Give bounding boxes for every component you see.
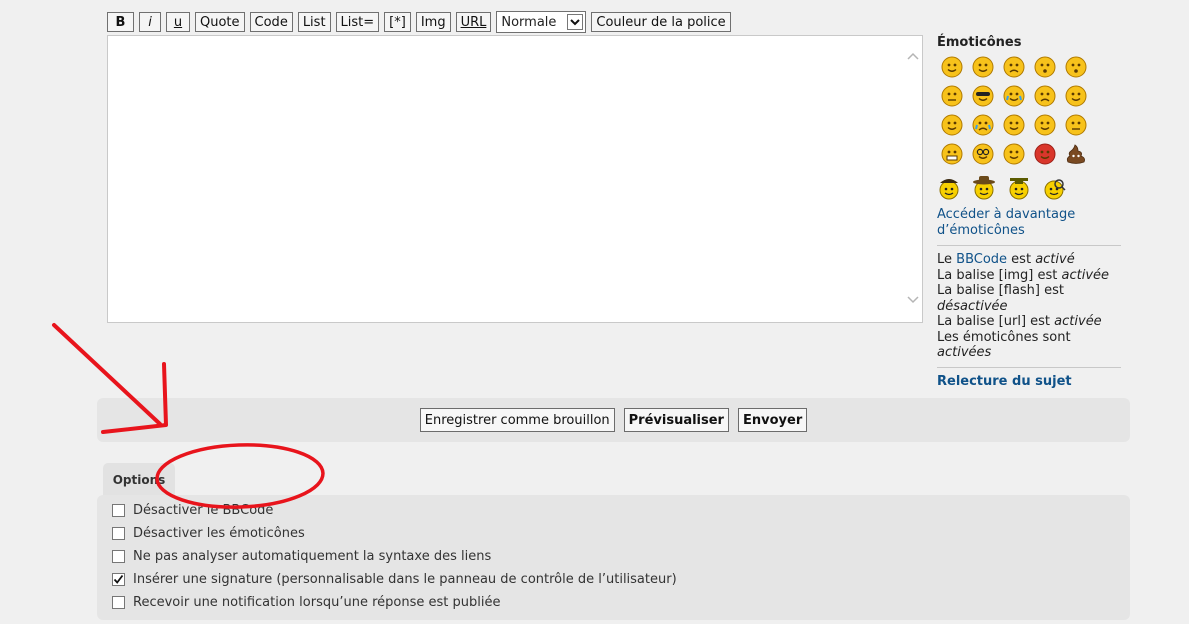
code-button[interactable]: Code bbox=[249, 12, 293, 32]
winking-tongue-face-icon[interactable] bbox=[1065, 85, 1087, 107]
pirate-smiley-icon[interactable] bbox=[937, 175, 963, 201]
smiley-grid bbox=[937, 56, 1121, 165]
more-emoticons-link[interactable]: Accéder à davantage d’émoticônes bbox=[937, 207, 1121, 239]
underline-button[interactable]: u bbox=[166, 12, 190, 32]
status-state: désactivée bbox=[937, 298, 1008, 314]
hushed-face-icon[interactable] bbox=[1034, 56, 1056, 78]
angry-face-icon[interactable] bbox=[1034, 143, 1056, 165]
status-text: Les émoticônes sont bbox=[937, 329, 1071, 345]
bbcode-help-link[interactable]: BBCode bbox=[956, 252, 1007, 267]
option-label[interactable]: Désactiver le BBCode bbox=[133, 503, 273, 518]
url-button[interactable]: URL bbox=[455, 12, 492, 32]
poop-icon[interactable] bbox=[1065, 143, 1087, 165]
url-status-line: La balise [url] est activée bbox=[937, 314, 1121, 330]
status-text: est bbox=[1007, 252, 1036, 267]
tab-options[interactable]: Options bbox=[103, 463, 175, 496]
more-emoticons-line2: d’émoticônes bbox=[937, 223, 1025, 238]
option-row: Désactiver les émoticônes bbox=[112, 526, 305, 541]
sunglasses-face-icon[interactable] bbox=[972, 85, 994, 107]
option-checkbox[interactable] bbox=[112, 596, 125, 609]
scroll-down-icon[interactable] bbox=[906, 294, 920, 306]
crying-face-icon[interactable] bbox=[972, 114, 994, 136]
sidebar-divider bbox=[937, 245, 1121, 246]
option-label[interactable]: Recevoir une notification lorsqu’une rép… bbox=[133, 595, 500, 610]
quote-button[interactable]: Quote bbox=[195, 12, 245, 32]
confused-face-icon[interactable] bbox=[941, 85, 963, 107]
option-row: Ne pas analyser automatiquement la synta… bbox=[112, 549, 491, 564]
scroll-up-icon[interactable] bbox=[906, 50, 920, 62]
status-text: La balise [url] est bbox=[937, 314, 1055, 329]
flushed-face-icon[interactable] bbox=[1065, 56, 1087, 78]
status-text: La balise [img] est bbox=[937, 267, 1062, 283]
font-size-select[interactable]: Normale bbox=[496, 11, 587, 33]
status-text: Le bbox=[937, 252, 957, 267]
list-button[interactable]: List bbox=[297, 12, 331, 32]
option-checkbox[interactable] bbox=[112, 550, 125, 563]
triumph-face-icon[interactable] bbox=[1034, 85, 1056, 107]
option-label[interactable]: Ne pas analyser automatiquement la synta… bbox=[133, 549, 491, 564]
message-textarea[interactable] bbox=[107, 35, 923, 323]
status-text: La balise [flash] est bbox=[937, 283, 1064, 298]
rolling-eyes-face-icon[interactable] bbox=[1003, 114, 1025, 136]
status-state: activée bbox=[1054, 314, 1102, 329]
thinking-face-icon[interactable] bbox=[1003, 143, 1025, 165]
option-row: Recevoir une notification lorsqu’une rép… bbox=[112, 595, 500, 610]
option-row: Insérer une signature (personnalisable d… bbox=[112, 572, 677, 587]
font-color-button[interactable]: Couleur de la police bbox=[591, 12, 731, 32]
more-emoticons-line1: Accéder à davantage bbox=[937, 207, 1076, 222]
topic-review-link[interactable]: Relecture du sujet bbox=[937, 374, 1121, 389]
option-checkbox[interactable] bbox=[112, 527, 125, 540]
option-label[interactable]: Insérer une signature (personnalisable d… bbox=[133, 572, 677, 587]
list-item-button[interactable]: [*] bbox=[384, 12, 411, 32]
preview-button[interactable]: Prévisualiser bbox=[623, 408, 729, 432]
italic-button[interactable]: i bbox=[139, 12, 161, 32]
flash-status-line: La balise [flash] est désactivée bbox=[937, 283, 1121, 314]
img-status-line: La balise [img] est activée bbox=[937, 268, 1121, 284]
neutral-face-icon[interactable] bbox=[1065, 114, 1087, 136]
nerd-face-icon[interactable] bbox=[972, 143, 994, 165]
smilies-status-line: Les émoticônes sont activées bbox=[937, 330, 1121, 361]
grimacing-face-icon[interactable] bbox=[941, 143, 963, 165]
detective-smiley-icon[interactable] bbox=[1042, 175, 1068, 201]
save-draft-button[interactable]: Enregistrer comme brouillon bbox=[419, 408, 615, 432]
option-row: Désactiver le BBCode bbox=[112, 503, 273, 518]
option-checkbox[interactable] bbox=[112, 504, 125, 517]
img-button[interactable]: Img bbox=[415, 12, 451, 32]
cowboy-smiley-icon[interactable] bbox=[972, 175, 998, 201]
editor-sidebar: Émoticônes Accéder à davantage d’émoticô… bbox=[937, 33, 1121, 389]
ordered-list-button[interactable]: List= bbox=[335, 12, 380, 32]
slightly-smiling-face-icon[interactable] bbox=[972, 56, 994, 78]
font-size-selected: Normale bbox=[501, 14, 557, 30]
option-label[interactable]: Désactiver les émoticônes bbox=[133, 526, 305, 541]
graduate-smiley-icon[interactable] bbox=[1007, 175, 1033, 201]
chevron-down-icon bbox=[567, 14, 584, 30]
checkmark-icon bbox=[113, 574, 124, 584]
worried-face-icon[interactable] bbox=[1003, 56, 1025, 78]
submit-button[interactable]: Envoyer bbox=[737, 408, 808, 432]
emoticons-title: Émoticônes bbox=[937, 35, 1022, 50]
submit-buttons-bar: Enregistrer comme brouillon Prévisualise… bbox=[97, 398, 1130, 442]
bbcode-status: Le BBCode est activé La balise [img] est… bbox=[937, 252, 1121, 361]
blushing-face-icon[interactable] bbox=[941, 114, 963, 136]
status-state: activée bbox=[1061, 267, 1110, 283]
extra-smiley-row bbox=[937, 175, 1121, 201]
grinning-face-icon[interactable] bbox=[941, 56, 963, 78]
status-state: activé bbox=[1035, 252, 1075, 267]
sidebar-divider bbox=[937, 366, 1121, 368]
status-state: activées bbox=[937, 345, 992, 360]
bbcode-toolbar: B i u Quote Code List List= [*] Img URL … bbox=[107, 11, 731, 33]
bold-button[interactable]: B bbox=[107, 12, 134, 32]
option-checkbox[interactable] bbox=[112, 573, 125, 586]
options-panel: Désactiver le BBCode Désactiver les émoti… bbox=[97, 495, 1130, 620]
bbcode-status-line: Le BBCode est activé bbox=[937, 252, 1121, 268]
tears-of-joy-face-icon[interactable] bbox=[1003, 85, 1025, 107]
winking-face-icon[interactable] bbox=[1034, 114, 1056, 136]
